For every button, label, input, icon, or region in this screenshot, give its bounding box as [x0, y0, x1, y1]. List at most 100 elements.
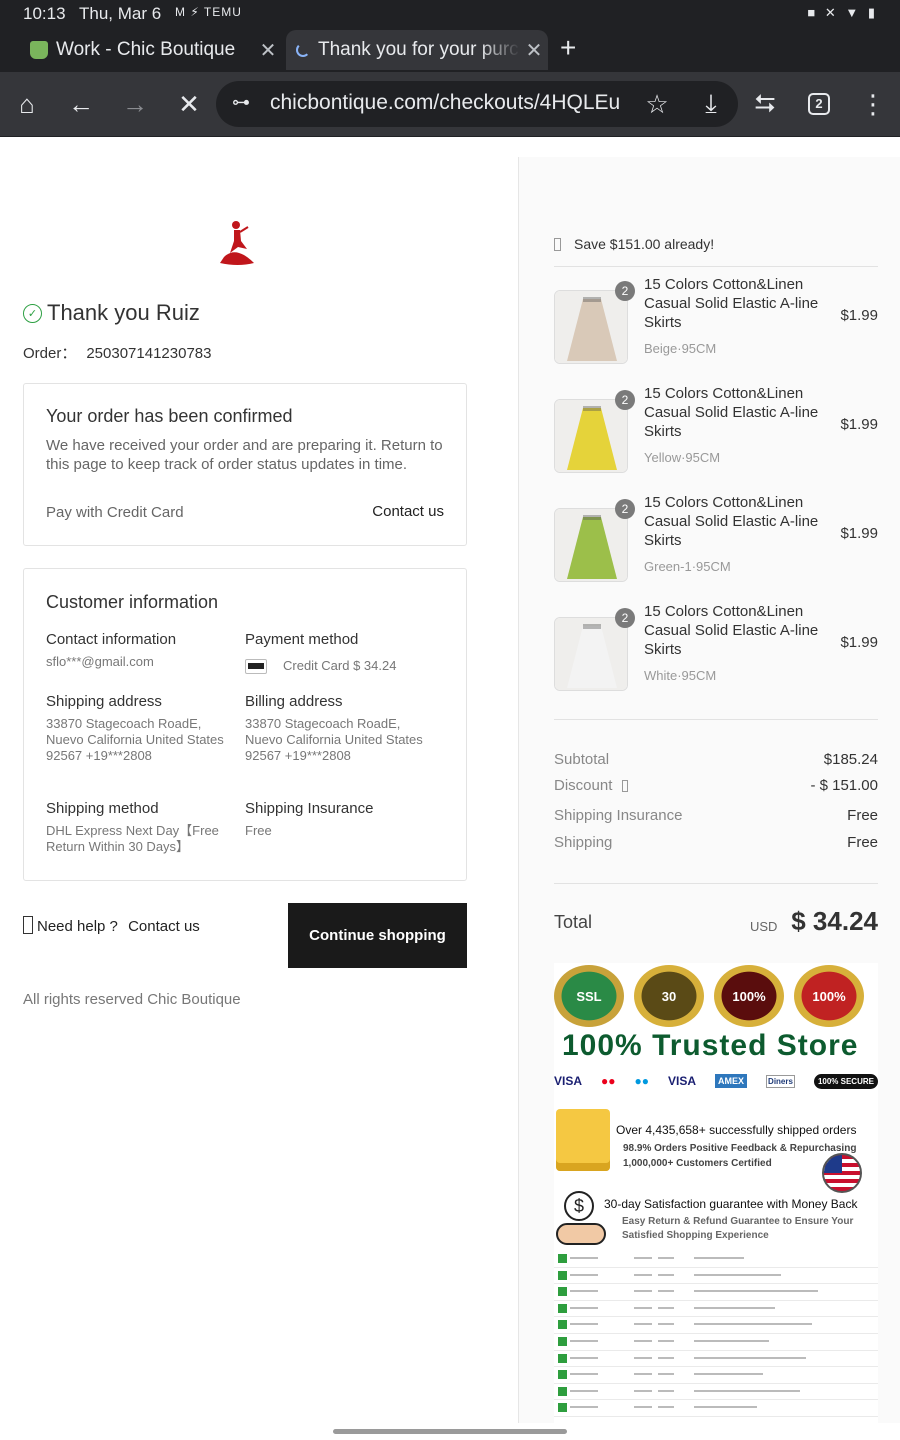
url-text[interactable]: chicbontique.com/checkouts/4HQLEu: [270, 91, 622, 115]
close-tab-icon[interactable]: ✕: [254, 38, 282, 63]
customer-info-heading: Customer information: [46, 592, 219, 612]
line-item: 2 15 Colors Cotton&Linen Casual Solid Ela…: [554, 275, 878, 375]
skirt-image: [555, 400, 627, 472]
bookmark-star-icon[interactable]: ☆: [638, 85, 676, 123]
dollar-coin-icon: $: [564, 1191, 594, 1221]
order-summary-panel: Save $151.00 already! 2 15 Colors Cotton&…: [518, 157, 900, 1423]
thank-you-heading: ✓ Thank you Ruiz: [23, 300, 200, 326]
skirt-image: [555, 509, 627, 581]
quantity-badge: 2: [615, 499, 635, 519]
shipment-record-row: [554, 1384, 878, 1401]
product-name: 15 Colors Cotton&Linen Casual Solid Elas…: [644, 494, 819, 549]
boutique-logo: [220, 221, 254, 265]
shipping-method-label: Shipping method: [46, 800, 159, 817]
page-title: Thank you Ruiz: [47, 300, 200, 325]
mastercard-logo: ●●: [601, 1074, 616, 1088]
shipment-record-row: [554, 1334, 878, 1351]
shipping-label: Shipping: [554, 834, 613, 851]
gesture-nav-bar[interactable]: [333, 1429, 567, 1434]
shipment-record-row: [554, 1367, 878, 1384]
need-help: Need help ? Contact us: [23, 916, 200, 935]
contact-us-link[interactable]: Contact us: [372, 503, 444, 520]
need-help-text: Need help ?: [37, 918, 118, 935]
status-check-icon: [558, 1270, 567, 1280]
divider: [554, 719, 878, 720]
shipment-record-row: [554, 1284, 878, 1301]
customer-information-card: Customer information Contact information…: [23, 568, 467, 881]
download-icon[interactable]: ⤓: [692, 85, 730, 123]
new-tab-button[interactable]: +: [560, 32, 576, 64]
overflow-menu-icon[interactable]: ⋮: [854, 85, 892, 123]
visa-logo: VISA: [554, 1074, 583, 1088]
browser-toolbar: ⌂ ← → ✕ ⊶ chicbontique.com/checkouts/4HQ…: [0, 72, 900, 136]
status-check-icon: [558, 1320, 567, 1330]
order-confirmation-panel: ✓ Thank you Ruiz Order： 250307141230783 Y…: [0, 137, 518, 1440]
billing-address-label: Billing address: [245, 693, 343, 710]
shipping-address-label: Shipping address: [46, 693, 162, 710]
status-check-icon: [558, 1287, 567, 1297]
tab-switcher-button[interactable]: 2: [808, 93, 830, 115]
trusted-store-headline: 100% Trusted Store: [562, 1029, 859, 1062]
tab-strip: Work - Chic Boutique ✕ Thank you for you…: [0, 28, 900, 72]
contact-information: Contact information sflo***@gmail.com: [46, 631, 236, 670]
order-label: Order：: [23, 345, 77, 362]
total-currency: USD: [750, 919, 778, 934]
product-name: 15 Colors Cotton&Linen Casual Solid Elas…: [644, 276, 819, 331]
status-bar: 10:13 Thu, Mar 6 M ⚡ TEMU ■ ✕ ▼ ▮: [0, 0, 900, 28]
product-thumbnail: [554, 508, 628, 582]
diners-club-logo: Diners: [766, 1074, 795, 1088]
subtotal-row: Subtotal $185.24: [554, 751, 878, 768]
tab-thank-you[interactable]: Thank you for your purchase ✕: [286, 30, 548, 70]
skirt-image: [555, 291, 627, 363]
discount-label: Discount: [554, 777, 613, 794]
forward-icon[interactable]: →: [116, 85, 154, 123]
site-info-icon[interactable]: ⊶: [232, 92, 250, 113]
product-thumbnail: [554, 399, 628, 473]
maestro-logo: ●●: [634, 1074, 650, 1088]
shipment-record-row: [554, 1351, 878, 1368]
payment-value: Credit Card $ 34.24: [283, 658, 397, 673]
shipment-records: [554, 1251, 878, 1417]
refund-text: Easy Return & Refund Guarantee to Ensure…: [622, 1216, 854, 1241]
product-price: $1.99: [840, 307, 878, 324]
shopify-icon: [30, 41, 48, 59]
contact-email: sflo***@gmail.com: [46, 654, 154, 669]
shipping-method: Shipping method DHL Express Next Day【Fre…: [46, 800, 231, 855]
tab-title: Work - Chic Boutique: [56, 39, 236, 60]
close-tab-icon[interactable]: ✕: [520, 38, 548, 63]
order-number: 250307141230783: [86, 345, 212, 362]
status-check-icon: [558, 1403, 567, 1413]
subtotal-value: $185.24: [823, 751, 878, 768]
help-contact-link[interactable]: Contact us: [128, 918, 200, 935]
customers-certified-text: 1,000,000+ Customers Certified: [623, 1158, 772, 1169]
product-price: $1.99: [840, 634, 878, 651]
status-check-icon: [558, 1254, 567, 1263]
shipping-value: Free: [847, 834, 878, 851]
status-date: Thu, Mar 6: [79, 4, 162, 23]
continue-shopping-button[interactable]: Continue shopping: [288, 903, 467, 968]
subtotal-label: Subtotal: [554, 751, 610, 768]
status-check-icon: [558, 1386, 567, 1396]
shipping-row: Shipping Free: [554, 834, 878, 851]
quantity-badge: 2: [615, 608, 635, 628]
shipping-address-value: 33870 Stagecoach RoadE, Nuevo California…: [46, 716, 224, 763]
line-item: 2 15 Colors Cotton&Linen Casual Solid Ela…: [554, 493, 878, 593]
line-item: 2 15 Colors Cotton&Linen Casual Solid Ela…: [554, 384, 878, 484]
contact-label: Contact information: [46, 631, 177, 648]
address-bar[interactable]: ⊶ chicbontique.com/checkouts/4HQLEu ☆: [216, 81, 738, 127]
product-variant: White·95CM: [644, 668, 717, 683]
payment-label: Payment method: [245, 631, 359, 648]
product-thumbnail: [554, 617, 628, 691]
help-icon: [23, 916, 33, 934]
product-name: 15 Colors Cotton&Linen Casual Solid Elas…: [644, 385, 819, 440]
system-status-icons: ■ ✕ ▼ ▮: [807, 5, 878, 20]
back-icon[interactable]: ←: [62, 85, 100, 123]
share-icon[interactable]: ⮀: [746, 85, 784, 123]
guarantee-text: 30-day Satisfaction guarantee with Money…: [604, 1197, 858, 1211]
product-price: $1.99: [840, 416, 878, 433]
tab-work-chic-boutique[interactable]: Work - Chic Boutique ✕: [20, 30, 282, 70]
home-icon[interactable]: ⌂: [8, 85, 46, 123]
divider: [554, 883, 878, 884]
line-item: 2 15 Colors Cotton&Linen Casual Solid Ela…: [554, 602, 878, 702]
stop-loading-icon[interactable]: ✕: [170, 85, 208, 123]
